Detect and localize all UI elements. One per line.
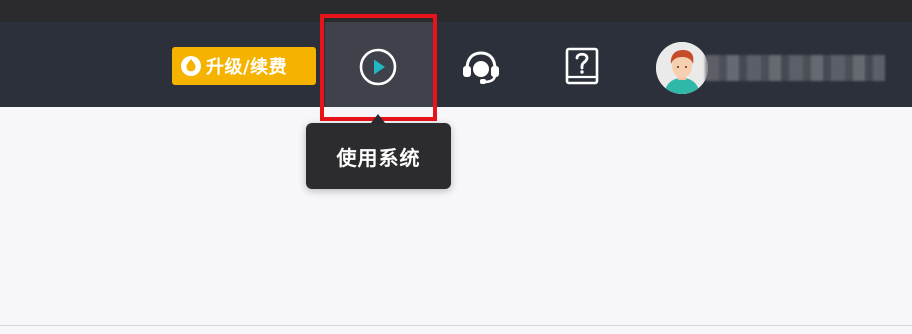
help-book-icon[interactable] [565, 47, 599, 85]
username-blurred[interactable] [705, 55, 885, 81]
diamond-icon [181, 56, 201, 76]
window-top-strip [0, 0, 912, 22]
tooltip-text: 使用系统 [336, 145, 421, 170]
play-circle-icon[interactable] [358, 47, 398, 87]
upgrade-renew-button[interactable]: 升级/续费 [172, 47, 316, 85]
upgrade-renew-label: 升级/续费 [206, 57, 288, 78]
tooltip-arrow [371, 114, 385, 123]
tooltip: 使用系统 [306, 123, 451, 189]
divider [0, 325, 912, 326]
user-avatar-icon[interactable] [656, 42, 708, 94]
headset-icon[interactable] [458, 44, 504, 90]
